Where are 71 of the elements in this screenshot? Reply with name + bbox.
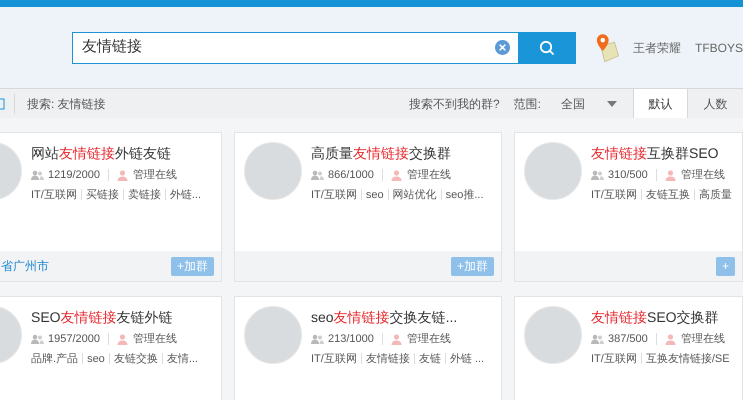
group-tag: 友情链接 [366, 350, 410, 367]
group-title[interactable]: SEO友情链接友链外链 [31, 307, 198, 327]
group-tag: 友链互换 [646, 186, 690, 203]
clear-icon[interactable] [494, 40, 510, 55]
members-icon [311, 334, 324, 345]
group-tag: 外链 ... [450, 350, 484, 367]
group-tag: seo [87, 350, 105, 367]
group-card[interactable]: 友情链接SEO交换群 387/500 管理在线 IT/互联网 互换友情链接/SE [514, 296, 743, 400]
members-icon [31, 334, 44, 345]
group-tag: IT/互联网 [311, 186, 357, 203]
members-icon [591, 170, 604, 181]
group-tag: 友链交换 [114, 350, 158, 367]
group-tag: 互换友情链接/SE [646, 350, 730, 367]
group-card[interactable]: SEO友情链接友链外链 1957/2000 管理在线 品牌.产品 seo 友链交换 友情... [0, 296, 222, 400]
search-field[interactable]: 友情链接 [72, 32, 519, 64]
group-tag: IT/互联网 [591, 350, 637, 367]
group-tag: 友情... [166, 350, 198, 367]
members-icon [311, 170, 324, 181]
person-icon [664, 334, 676, 345]
person-icon [664, 170, 676, 181]
members-icon [31, 170, 44, 181]
scope-label: 范围: [514, 96, 541, 112]
group-title[interactable]: 友情链接SEO交换群 [591, 307, 730, 327]
member-count: 310/500 [608, 168, 648, 183]
caret-icon [607, 100, 617, 106]
member-count: 1219/2000 [48, 168, 100, 183]
member-count: 1957/2000 [48, 332, 100, 347]
search-button[interactable] [518, 32, 576, 64]
group-tag: IT/互联网 [311, 350, 357, 367]
group-card[interactable]: 高质量友情链接交换群 866/1000 管理在线 IT/互联网 seo 网站优化 seo推... +加群 [234, 132, 502, 282]
group-tag: 品牌.产品 [31, 350, 78, 367]
admin-status: 管理在线 [133, 332, 177, 347]
member-count: 866/1000 [328, 168, 374, 183]
group-tag: 外链... [170, 186, 202, 203]
group-card[interactable]: 网站友情链接外链友链 1219/2000 管理在线 IT/互联网 买链接 卖链接 外链... 省广州市 +加群 [0, 132, 222, 282]
group-title[interactable]: 友情链接互换群SEO [591, 143, 732, 163]
group-card[interactable]: 友情链接互换群SEO 310/500 管理在线 IT/互联网 友链互换 高质量 + [514, 132, 743, 282]
group-tag: 网站优化 [392, 186, 437, 203]
sort-tab[interactable]: 人数 [687, 89, 743, 118]
group-title[interactable]: 高质量友情链接交换群 [311, 143, 484, 163]
group-tag: seo推... [446, 186, 484, 203]
member-count: 213/1000 [328, 332, 374, 347]
help-link[interactable]: 搜索不到我的群? [408, 94, 500, 112]
person-icon [117, 334, 128, 345]
search-input[interactable]: 友情链接 [82, 36, 495, 59]
group-tag: IT/互联网 [31, 186, 77, 203]
person-icon [390, 334, 402, 345]
group-tag: IT/互联网 [591, 186, 637, 203]
user-link[interactable]: 王者荣耀 [632, 38, 681, 56]
group-card[interactable]: seo友情链接交换友链... 213/1000 管理在线 IT/互联网 友情链接 友链 外链 ... [234, 296, 502, 400]
user-link[interactable]: TFBOYS [694, 38, 743, 56]
group-title[interactable]: 网站友情链接外链友链 [31, 143, 202, 163]
group-tag: seo [366, 186, 384, 203]
person-icon [390, 170, 402, 181]
member-count: 387/500 [608, 332, 648, 347]
group-tag: 友链 [418, 350, 441, 367]
admin-status: 管理在线 [406, 168, 451, 183]
group-tag: 高质量 [698, 186, 732, 203]
group-title[interactable]: seo友情链接交换友链... [311, 307, 484, 327]
admin-status: 管理在线 [680, 332, 725, 347]
members-icon [591, 334, 604, 345]
scope-dropdown[interactable]: 全国 [561, 94, 617, 112]
search-query-label: 搜索: 友情链接 [27, 96, 106, 112]
sort-tab[interactable]: 默认 [633, 89, 687, 118]
admin-status: 管理在线 [133, 168, 177, 183]
admin-status: 管理在线 [680, 168, 725, 183]
search-icon [539, 40, 556, 56]
admin-status: 管理在线 [406, 332, 451, 347]
group-tag: 买链接 [86, 186, 119, 203]
person-icon [117, 170, 128, 181]
group-tag: 卖链接 [128, 186, 161, 203]
